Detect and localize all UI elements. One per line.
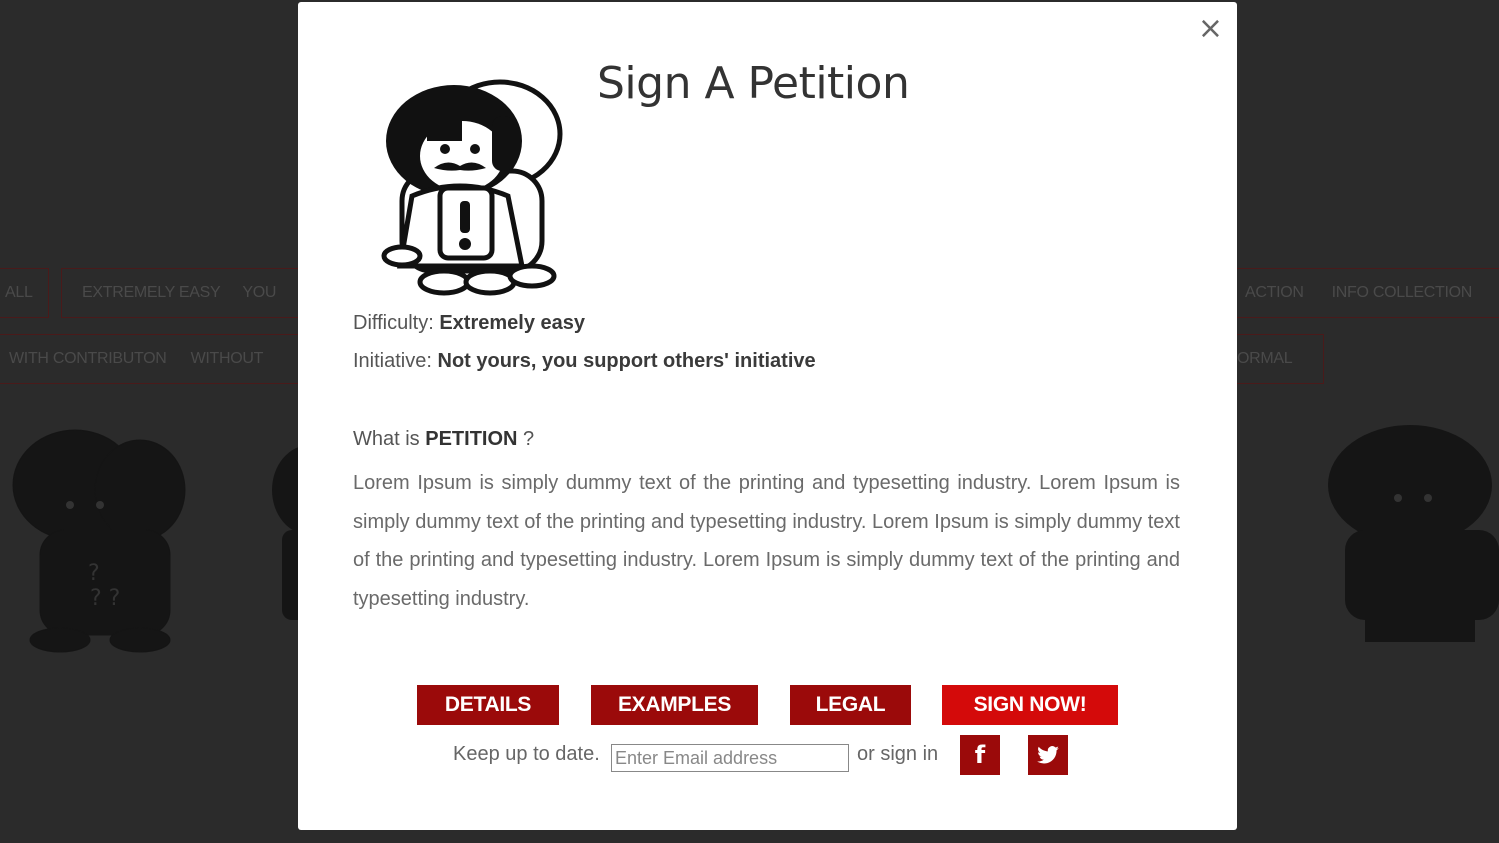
petition-modal: × Sign A Petition Difficulty: Extremely …	[298, 2, 1237, 830]
legal-button[interactable]: LEGAL	[790, 685, 911, 725]
what-is-term: PETITION	[425, 428, 518, 450]
close-button[interactable]: ×	[1198, 14, 1223, 44]
action-bar: DETAILS EXAMPLES LEGAL SIGN NOW!	[298, 685, 1237, 727]
difficulty-line: Difficulty: Extremely easy	[353, 312, 585, 335]
keep-up-to-date-label: Keep up to date.	[453, 743, 600, 765]
initiative-label: Initiative:	[353, 350, 432, 372]
difficulty-value: Extremely easy	[439, 312, 585, 334]
petition-character-icon	[381, 79, 563, 296]
what-is-heading: What is PETITION ?	[353, 428, 534, 451]
details-button[interactable]: DETAILS	[417, 685, 559, 725]
or-sign-in-label: or sign in	[857, 743, 939, 765]
facebook-button[interactable]: f	[960, 735, 1000, 775]
petition-description: Lorem Ipsum is simply dummy text of the …	[353, 472, 1180, 610]
close-icon: ×	[1197, 11, 1223, 46]
modal-title: Sign A Petition	[597, 58, 910, 109]
twitter-button[interactable]	[1028, 735, 1068, 775]
what-is-suffix: ?	[523, 428, 535, 450]
signup-row: Keep up to date. or sign in f	[298, 735, 1237, 775]
what-is-prefix: What is	[353, 428, 420, 450]
difficulty-label: Difficulty:	[353, 312, 434, 334]
sign-now-button[interactable]: SIGN NOW!	[942, 685, 1118, 725]
facebook-icon: f	[974, 741, 986, 769]
twitter-icon	[1037, 746, 1059, 764]
email-input[interactable]	[611, 744, 849, 772]
initiative-line: Initiative: Not yours, you support other…	[353, 350, 816, 373]
examples-button[interactable]: EXAMPLES	[591, 685, 758, 725]
initiative-value: Not yours, you support others' initiativ…	[437, 350, 816, 372]
